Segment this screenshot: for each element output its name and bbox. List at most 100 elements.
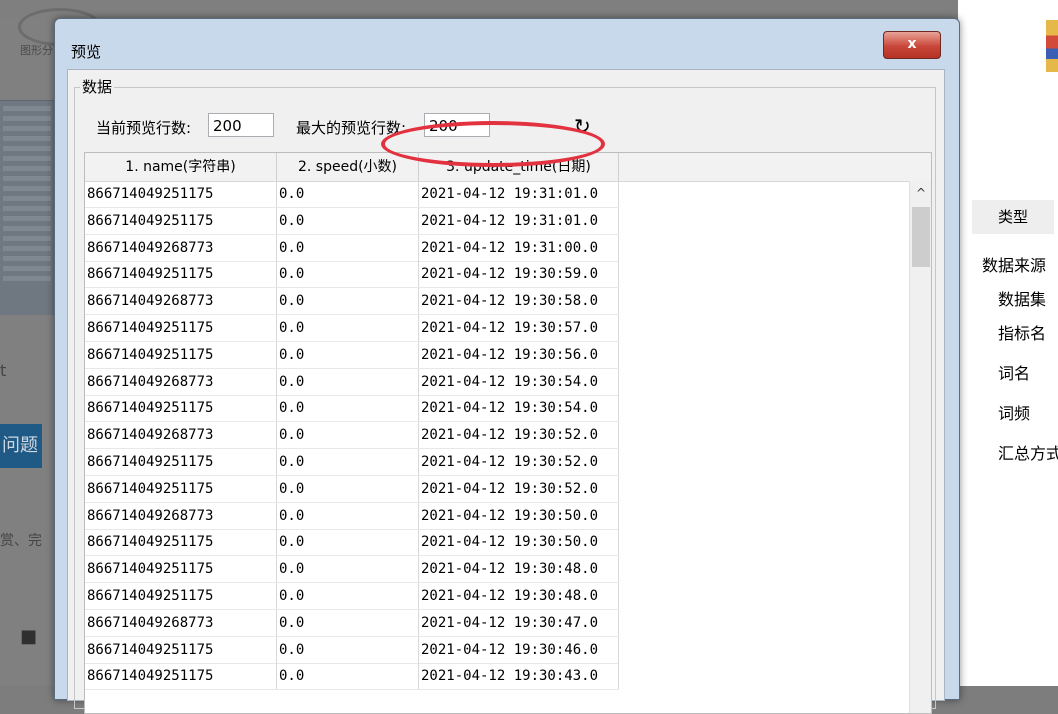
tab-type[interactable]: 类型 xyxy=(972,200,1054,234)
metric-name-label: 指标名 xyxy=(998,324,1047,343)
cell-update-time: 2021-04-12 19:30:52.0 xyxy=(419,475,619,502)
table-row[interactable]: 866714049251175 0.0 2021-04-12 19:31:01.0 xyxy=(85,207,619,235)
cell-update-time: 2021-04-12 19:30:47.0 xyxy=(419,609,619,636)
table-row[interactable]: 866714049251175 0.0 2021-04-12 19:30:50.0 xyxy=(85,529,619,557)
background-top-bar xyxy=(0,0,1058,18)
problem-button[interactable]: 问题 xyxy=(0,424,42,468)
table-header: 1. name(字符串) 2. speed(小数) 3. update_time… xyxy=(85,153,931,182)
cell-speed: 0.0 xyxy=(277,475,419,502)
table-row[interactable]: 866714049268773 0.0 2021-04-12 19:30:52.0 xyxy=(85,422,619,450)
cell-update-time: 2021-04-12 19:30:46.0 xyxy=(419,636,619,663)
thumbnail-preview xyxy=(0,100,54,315)
cell-speed: 0.0 xyxy=(277,261,419,288)
aggregation-label: 汇总方式 xyxy=(998,444,1058,463)
cell-name: 866714049251175 xyxy=(85,636,277,663)
cell-update-time: 2021-04-12 19:31:00.0 xyxy=(419,234,619,261)
close-icon: x xyxy=(907,36,917,52)
table-row[interactable]: 866714049268773 0.0 2021-04-12 19:30:50.0 xyxy=(85,502,619,530)
cell-name: 866714049251175 xyxy=(85,529,277,556)
data-source-label: 数据来源 xyxy=(982,256,1047,275)
cell-speed: 0.0 xyxy=(277,234,419,261)
preview-dialog: 预览 x 数据 当前预览行数: 200 最大的预览行数: 200 ↻ 1. na… xyxy=(54,18,960,714)
dialog-client: 数据 当前预览行数: 200 最大的预览行数: 200 ↻ 1. name(字符… xyxy=(67,69,945,714)
cell-name: 866714049251175 xyxy=(85,583,277,609)
cell-name: 866714049251175 xyxy=(85,449,277,475)
cell-update-time: 2021-04-12 19:30:59.0 xyxy=(419,261,619,288)
cell-name: 866714049268773 xyxy=(85,609,277,636)
column-header-name[interactable]: 1. name(字符串) xyxy=(85,153,277,181)
cell-update-time: 2021-04-12 19:30:56.0 xyxy=(419,341,619,368)
column-header-update-time[interactable]: 3. update_time(日期) xyxy=(419,153,619,181)
cell-speed: 0.0 xyxy=(277,556,419,583)
vertical-scrollbar[interactable]: ^ xyxy=(909,181,931,713)
cell-update-time: 2021-04-12 19:30:50.0 xyxy=(419,502,619,529)
cell-update-time: 2021-04-12 19:30:54.0 xyxy=(419,395,619,422)
word-frequency-label: 词频 xyxy=(998,404,1031,423)
max-rows-label: 最大的预览行数: xyxy=(296,119,407,137)
table-row[interactable]: 866714049251175 0.0 2021-04-12 19:30:54.0 xyxy=(85,395,619,423)
table-row[interactable]: 866714049251175 0.0 2021-04-12 19:30:59.0 xyxy=(85,261,619,289)
cell-update-time: 2021-04-12 19:30:48.0 xyxy=(419,556,619,583)
table-row[interactable]: 866714049251175 0.0 2021-04-12 19:30:43.0 xyxy=(85,663,619,691)
cell-name: 866714049251175 xyxy=(85,663,277,690)
table-row[interactable]: 866714049251175 0.0 2021-04-12 19:30:46.0 xyxy=(85,636,619,664)
cell-update-time: 2021-04-12 19:30:48.0 xyxy=(419,583,619,609)
cell-update-time: 2021-04-12 19:30:50.0 xyxy=(419,529,619,556)
cell-speed: 0.0 xyxy=(277,609,419,636)
cell-name: 866714049268773 xyxy=(85,234,277,261)
cell-name: 866714049268773 xyxy=(85,288,277,315)
table-row[interactable]: 866714049251175 0.0 2021-04-12 19:30:56.0 xyxy=(85,341,619,369)
word-name-label: 词名 xyxy=(998,364,1031,383)
cell-name: 866714049268773 xyxy=(85,502,277,529)
cell-update-time: 2021-04-12 19:30:57.0 xyxy=(419,315,619,341)
cell-name: 866714049251175 xyxy=(85,315,277,341)
column-header-speed[interactable]: 2. speed(小数) xyxy=(277,153,419,181)
table-row[interactable]: 866714049251175 0.0 2021-04-12 19:31:01.0 xyxy=(85,181,619,208)
cell-name: 866714049268773 xyxy=(85,368,277,395)
left-bottom-text: 赏、完 xyxy=(0,533,42,549)
cell-speed: 0.0 xyxy=(277,288,419,315)
table-row[interactable]: 866714049268773 0.0 2021-04-12 19:30:58.0 xyxy=(85,288,619,316)
cell-speed: 0.0 xyxy=(277,529,419,556)
background-right-panel: 类型 数据来源 数据集 指标名 词名 词频 汇总方式 xyxy=(958,0,1058,686)
close-button[interactable]: x xyxy=(883,31,941,59)
dialog-title: 预览 xyxy=(71,43,102,61)
left-text: t xyxy=(0,361,7,380)
table-row[interactable]: 866714049251175 0.0 2021-04-12 19:30:52.0 xyxy=(85,449,619,476)
cell-speed: 0.0 xyxy=(277,502,419,529)
chevron-up-icon[interactable]: ^ xyxy=(910,183,931,203)
dialog-titlebar[interactable]: 预览 x xyxy=(55,19,959,65)
cell-name: 866714049251175 xyxy=(85,475,277,502)
group-label: 数据 xyxy=(80,76,115,97)
color-swatch xyxy=(1046,20,1058,72)
dataset-label: 数据集 xyxy=(998,290,1047,309)
refresh-icon[interactable]: ↻ xyxy=(574,116,591,136)
cell-speed: 0.0 xyxy=(277,341,419,368)
cell-speed: 0.0 xyxy=(277,368,419,395)
table-row[interactable]: 866714049268773 0.0 2021-04-12 19:30:54.0 xyxy=(85,368,619,396)
cell-update-time: 2021-04-12 19:30:52.0 xyxy=(419,449,619,475)
cell-name: 866714049251175 xyxy=(85,181,277,207)
table-row[interactable]: 866714049251175 0.0 2021-04-12 19:30:57.0 xyxy=(85,315,619,342)
cell-name: 866714049251175 xyxy=(85,341,277,368)
cell-update-time: 2021-04-12 19:30:43.0 xyxy=(419,663,619,690)
cell-name: 866714049251175 xyxy=(85,395,277,422)
cell-speed: 0.0 xyxy=(277,207,419,234)
cell-speed: 0.0 xyxy=(277,181,419,207)
graph-label: 图形分 xyxy=(20,44,53,57)
table-row[interactable]: 866714049251175 0.0 2021-04-12 19:30:52.0 xyxy=(85,475,619,503)
table-row[interactable]: 866714049268773 0.0 2021-04-12 19:30:47.0 xyxy=(85,609,619,637)
cell-name: 866714049251175 xyxy=(85,261,277,288)
max-rows-input[interactable]: 200 xyxy=(424,113,490,137)
cell-update-time: 2021-04-12 19:30:52.0 xyxy=(419,422,619,449)
current-rows-input[interactable]: 200 xyxy=(208,113,274,137)
cell-update-time: 2021-04-12 19:31:01.0 xyxy=(419,181,619,207)
cell-speed: 0.0 xyxy=(277,583,419,609)
background-left-panel: 图形分 t 问题 赏、完 ■ xyxy=(0,8,102,686)
table-row[interactable]: 866714049268773 0.0 2021-04-12 19:31:00.0 xyxy=(85,234,619,262)
briefcase-icon[interactable]: ■ xyxy=(20,626,40,647)
table-row[interactable]: 866714049251175 0.0 2021-04-12 19:30:48.0 xyxy=(85,556,619,584)
table-row[interactable]: 866714049251175 0.0 2021-04-12 19:30:48.0 xyxy=(85,583,619,610)
scroll-thumb[interactable] xyxy=(912,207,930,267)
cell-speed: 0.0 xyxy=(277,663,419,690)
